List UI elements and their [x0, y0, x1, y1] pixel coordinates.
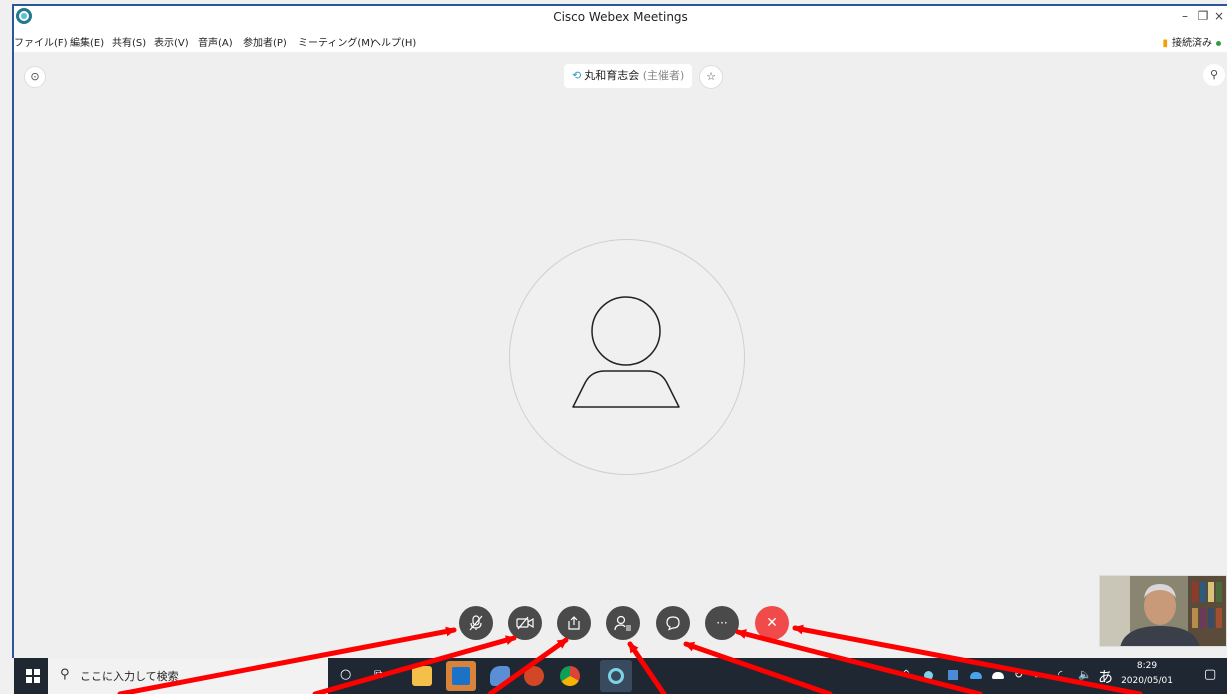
connection-status[interactable]: ▮ 接続済み — [1162, 34, 1221, 49]
mute-microphone-icon — [469, 615, 483, 631]
more-options-icon: ··· — [716, 616, 728, 630]
mute-button[interactable] — [459, 606, 493, 640]
menu-share[interactable]: 共有(S) — [112, 34, 146, 49]
powerpoint-icon[interactable] — [524, 666, 544, 686]
participants-icon — [614, 615, 631, 631]
connection-signal-icon: ▮ — [1162, 38, 1168, 49]
end-meeting-button[interactable]: ✕ — [755, 606, 789, 640]
file-explorer-icon[interactable] — [412, 666, 432, 686]
task-view-icon[interactable]: ⧉ — [374, 667, 383, 682]
host-name: 丸和育志会 — [584, 69, 640, 82]
taskbar-search-box[interactable]: ⚲ ここに入力して検索 — [48, 658, 328, 694]
outlook-icon — [452, 667, 470, 685]
share-content-button[interactable] — [557, 606, 591, 640]
share-content-icon — [568, 616, 580, 630]
notification-center-icon[interactable]: ▢ — [1204, 667, 1216, 682]
chat-icon — [666, 616, 680, 631]
onedrive-icon[interactable] — [970, 672, 982, 679]
clock-date[interactable]: 2020/05/01 — [1116, 676, 1178, 686]
connection-status-label: 接続済み — [1172, 38, 1212, 49]
webex-tray-icon[interactable] — [924, 671, 933, 680]
clock-time[interactable]: 8:29 — [1123, 661, 1171, 671]
volume-icon[interactable]: 🔈 — [1078, 668, 1092, 681]
chat-button[interactable] — [656, 606, 690, 640]
chrome-icon[interactable] — [560, 666, 580, 686]
menu-help[interactable]: ヘルプ(H) — [371, 34, 416, 49]
menu-bar: ファイル(F) 編集(E) 共有(S) 表示(V) 音声(A) 参加者(P) ミ… — [14, 30, 1227, 52]
menu-meeting[interactable]: ミーティング(M) — [298, 34, 374, 49]
stop-video-button[interactable] — [508, 606, 542, 640]
participants-button[interactable] — [606, 606, 640, 640]
default-user-avatar-icon — [572, 296, 680, 408]
restore-button[interactable]: ❐ — [1195, 8, 1211, 24]
active-speaker-label: ⟲ 丸和育志会 (主催者) — [564, 64, 693, 88]
webex-window: Cisco Webex Meetings – ❐ × ファイル(F) 編集(E)… — [0, 0, 1227, 694]
windows-start-icon[interactable] — [26, 669, 40, 683]
windows-taskbar: ⚲ ここに入力して検索 ○ ⧉ ^ ↻ ▭ ◜ 🔈 あ 8:29 2020/05… — [14, 658, 1227, 694]
search-placeholder: ここに入力して検索 — [80, 670, 179, 683]
menu-file[interactable]: ファイル(F) — [14, 34, 68, 49]
info-icon: ⊙ — [30, 70, 40, 83]
title-bar: Cisco Webex Meetings – ❐ × — [14, 6, 1227, 30]
window-title: Cisco Webex Meetings — [553, 10, 688, 24]
onedrive-personal-icon[interactable] — [992, 672, 1004, 679]
more-options-button[interactable]: ··· — [705, 606, 739, 640]
ime-indicator[interactable]: あ — [1098, 666, 1113, 687]
sync-icon[interactable]: ↻ — [1014, 668, 1023, 681]
tray-app-icon[interactable] — [948, 670, 958, 680]
meeting-info-button[interactable]: ⊙ — [24, 66, 46, 88]
menu-view[interactable]: 表示(V) — [154, 34, 189, 49]
search-icon: ⚲ — [60, 667, 70, 682]
minimize-button[interactable]: – — [1177, 8, 1193, 24]
connected-dot-icon — [1216, 40, 1221, 46]
stop-video-icon — [516, 616, 534, 630]
menu-participants[interactable]: 参加者(P) — [243, 34, 287, 49]
end-meeting-icon: ✕ — [766, 615, 778, 631]
host-role: (主催者) — [642, 69, 685, 82]
pin-icon: ☆ — [706, 70, 716, 83]
menu-edit[interactable]: 編集(E) — [70, 34, 104, 49]
pen-app-icon[interactable] — [490, 666, 510, 686]
outlook-taskbar-item[interactable] — [446, 661, 476, 691]
webex-taskbar-icon — [608, 668, 624, 684]
webex-taskbar-item[interactable] — [600, 660, 632, 692]
wifi-icon[interactable]: ◜ — [1058, 668, 1062, 681]
pin-button[interactable]: ☆ — [699, 65, 723, 89]
close-button[interactable]: × — [1211, 8, 1227, 24]
host-icon: ⟲ — [572, 69, 582, 82]
cortana-icon[interactable]: ○ — [340, 667, 351, 682]
show-hidden-icons[interactable]: ^ — [902, 669, 910, 680]
menu-audio[interactable]: 音声(A) — [198, 34, 233, 49]
self-view-video[interactable] — [1099, 575, 1227, 647]
self-view-image — [1100, 576, 1226, 646]
link-icon: ⚲ — [1209, 68, 1219, 81]
battery-icon[interactable]: ▭ — [1034, 668, 1044, 681]
meeting-link-button[interactable]: ⚲ — [1203, 64, 1225, 86]
